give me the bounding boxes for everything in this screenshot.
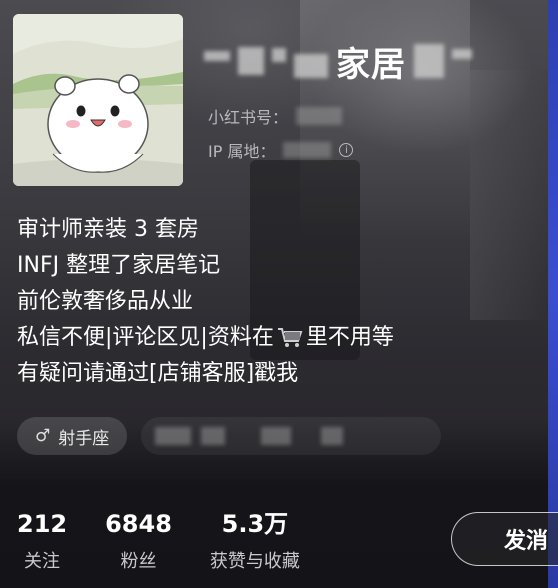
xhs-id-label: 小红书号：: [208, 108, 289, 127]
following-label: 关注: [24, 551, 61, 572]
message-button[interactable]: 发消: [451, 512, 558, 566]
redacted-block: [321, 427, 344, 445]
redacted-block: [155, 427, 192, 445]
bio-line-part: 里不用等: [305, 325, 394, 350]
likes-label: 获赞与收藏: [209, 551, 300, 572]
redacted-block: [204, 51, 230, 61]
tag-row: ♂ 射手座: [17, 417, 442, 455]
redacted-block: [414, 44, 444, 78]
redacted-block: [294, 54, 328, 78]
redacted-tags: [141, 417, 442, 455]
ip-location-label: IP 属地：: [208, 142, 276, 161]
bio-line: 有疑问请通过[店铺客服]戳我: [17, 361, 299, 386]
likes-count: 5.3万: [221, 510, 289, 538]
followers-stat[interactable]: 6848 粉丝: [105, 509, 172, 573]
info-icon[interactable]: i: [339, 143, 354, 157]
bio-line: 审计师亲装 3 套房: [17, 217, 199, 242]
likes-stat[interactable]: 5.3万 获赞与收藏: [210, 509, 300, 573]
zodiac-label: 射手座: [58, 428, 110, 449]
followers-count: 6848: [105, 510, 172, 538]
bio-line-part: 私信不便|评论区见|资料在: [17, 325, 274, 350]
following-count: 212: [17, 510, 68, 538]
redacted-block: [238, 47, 264, 75]
bio-line: 私信不便|评论区见|资料在 里不用等: [17, 320, 394, 356]
ip-location-row: IP 属地： i: [208, 138, 354, 162]
avatar-image: [13, 14, 183, 186]
bio: 审计师亲装 3 套房 INFJ 整理了家居笔记 前伦敦奢侈品从业 私信不便|评论…: [17, 212, 394, 392]
redacted-block: [272, 48, 286, 62]
redacted-ip: [283, 142, 332, 158]
profile-header: 家居 小红书号： IP 属地： i 审计师亲装 3 套房 INFJ 整理了家居笔…: [0, 0, 558, 588]
bio-line: 前伦敦奢侈品从业: [17, 289, 194, 314]
avatar[interactable]: [13, 14, 183, 186]
redacted-block: [452, 49, 472, 59]
male-icon: ♂: [35, 426, 51, 446]
message-button-label: 发消: [504, 529, 549, 554]
shopping-cart-icon: [277, 328, 303, 347]
window-edge: [548, 0, 558, 588]
stats-row: 212 关注 6848 粉丝 5.3万 获赞与收藏: [17, 509, 300, 573]
nickname-text: 家居: [336, 44, 406, 85]
xhs-id-row[interactable]: 小红书号：: [208, 104, 343, 128]
followers-label: 粉丝: [120, 551, 157, 572]
nickname: 家居: [204, 36, 472, 86]
redacted-id: [296, 107, 343, 125]
redacted-block: [201, 427, 226, 445]
following-stat[interactable]: 212 关注: [17, 509, 67, 573]
redacted-block: [261, 427, 292, 445]
bio-line: INFJ 整理了家居笔记: [17, 253, 221, 278]
zodiac-tag: ♂ 射手座: [17, 417, 128, 455]
background-wall: [470, 70, 558, 320]
